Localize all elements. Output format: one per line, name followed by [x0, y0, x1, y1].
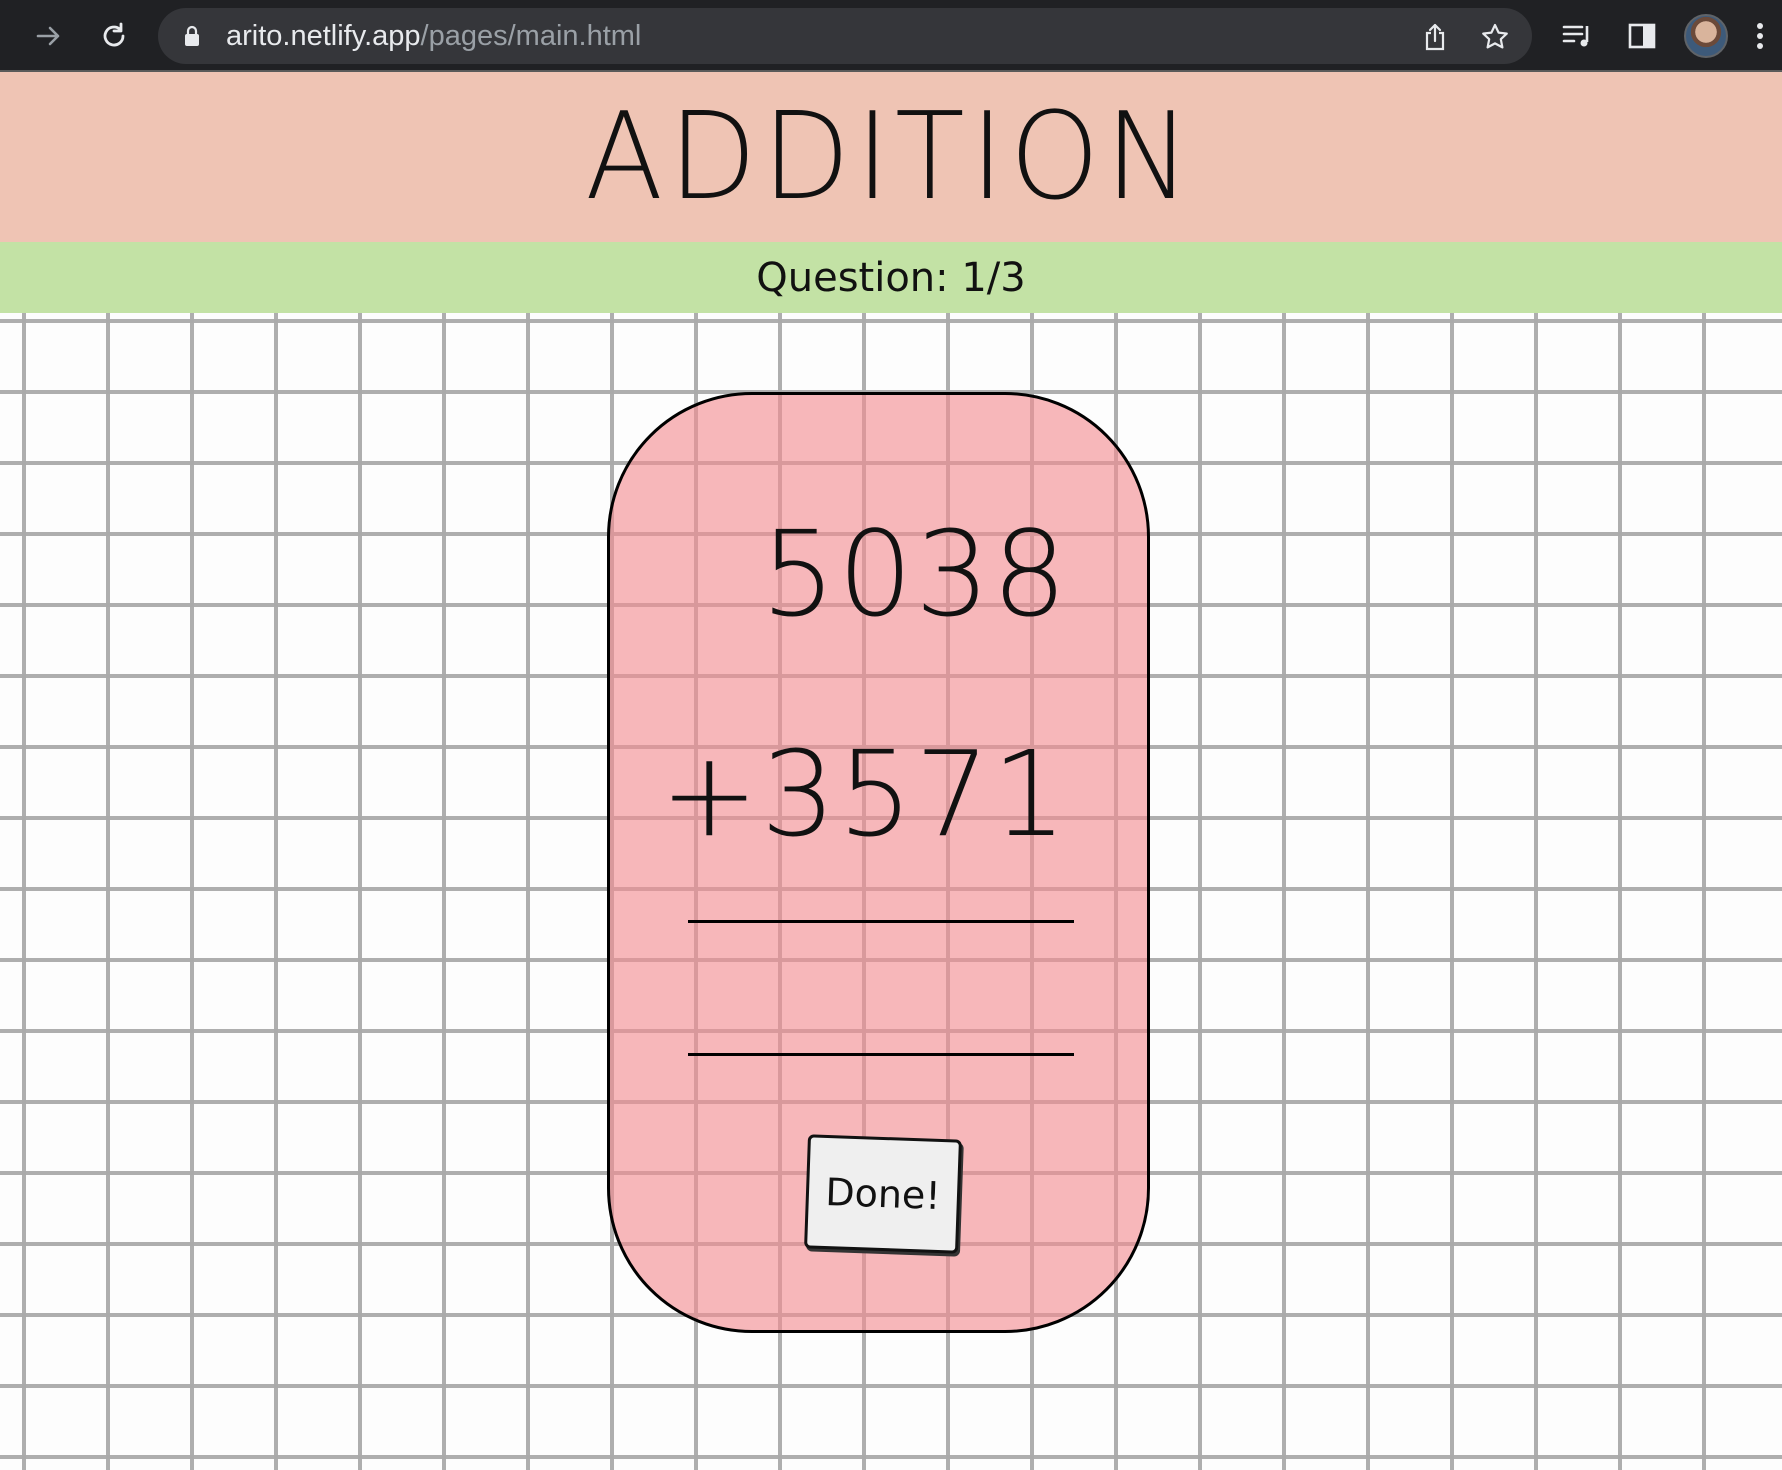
first-operand: 5038 [760, 505, 1069, 643]
sum-divider-line [688, 920, 1074, 923]
lock-icon [184, 25, 200, 51]
kebab-menu-icon[interactable] [1748, 16, 1772, 56]
second-operand: +3571 [659, 725, 1069, 863]
problem-card: 5038 +3571 Done! [607, 392, 1150, 1333]
browser-toolbar: arito.netlify.app/pages/main.html [0, 0, 1782, 72]
url-path: /pages/main.html [420, 20, 642, 52]
title-banner: ADDITION [0, 72, 1782, 242]
bookmark-star-icon[interactable] [1480, 22, 1510, 52]
question-banner: Question: 1/3 [0, 242, 1782, 313]
reload-icon[interactable] [92, 14, 136, 58]
url-text[interactable]: arito.netlify.app/pages/main.html [226, 8, 641, 64]
answer-line[interactable] [688, 1053, 1074, 1056]
media-queue-icon[interactable] [1558, 16, 1598, 56]
address-bar[interactable]: arito.netlify.app/pages/main.html [158, 8, 1532, 64]
profile-avatar[interactable] [1684, 14, 1728, 58]
done-button[interactable]: Done! [804, 1134, 962, 1254]
page-title: ADDITION [585, 87, 1197, 227]
side-panel-icon[interactable] [1622, 16, 1662, 56]
url-host: arito.netlify.app [226, 20, 421, 52]
forward-icon[interactable] [27, 14, 71, 58]
share-icon[interactable] [1420, 22, 1450, 52]
question-counter: Question: 1/3 [756, 254, 1026, 301]
